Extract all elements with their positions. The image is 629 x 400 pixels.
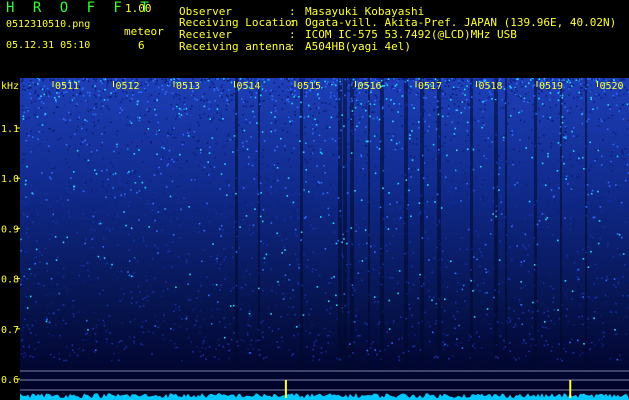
info-colon: : bbox=[289, 40, 296, 53]
header-panel: H R O F F T 1.00 0512310510.png meteor 6… bbox=[0, 0, 629, 78]
y-tick-label: 0.8 bbox=[1, 275, 19, 286]
noise-streak bbox=[350, 78, 354, 380]
noise-streak bbox=[368, 78, 370, 380]
noise-streak bbox=[437, 78, 441, 380]
x-tick-label: 0511 bbox=[55, 81, 79, 92]
y-tick-label: 1.0 bbox=[1, 174, 19, 185]
x-tick-label: 0519 bbox=[539, 81, 563, 92]
app-version: 1.00 bbox=[125, 2, 152, 15]
x-tick-label: 0514 bbox=[237, 81, 261, 92]
meteor-echo bbox=[284, 380, 287, 398]
antenna-label: Receiving antenna bbox=[179, 40, 292, 53]
info-colon: : bbox=[289, 16, 296, 29]
y-tick-label: 1.1 bbox=[1, 124, 19, 135]
receiver-label: Receiver bbox=[179, 28, 232, 41]
meteor-count-label: meteor bbox=[124, 25, 164, 38]
noise-streak bbox=[420, 78, 424, 380]
location-value: Ogata-vill. Akita-Pref. JAPAN (139.96E, … bbox=[305, 16, 617, 29]
x-tick-label: 0516 bbox=[358, 81, 382, 92]
noise-streak bbox=[404, 78, 408, 380]
location-label: Receiving Location bbox=[179, 16, 299, 29]
spectrogram-canvas: kHz 1.1 1.0 0.9 0.8 0.7 0.6 0511 0512 0513 0514 051… bbox=[0, 78, 629, 400]
observation-datetime: 05.12.31 05:10 bbox=[6, 40, 91, 51]
info-colon: : bbox=[289, 28, 296, 41]
noise-streak bbox=[585, 78, 587, 380]
meteor-count-value: 6 bbox=[138, 39, 145, 52]
x-tick-label: 0518 bbox=[479, 81, 503, 92]
x-tick-label: 0513 bbox=[176, 81, 200, 92]
noise-streak bbox=[343, 78, 347, 380]
x-tick-label: 0512 bbox=[116, 81, 140, 92]
receiver-value: ICOM IC-575 53.7492(@LCD)MHz USB bbox=[305, 28, 517, 41]
y-tick-label: 0.7 bbox=[1, 325, 19, 336]
y-tick-label: 0.6 bbox=[1, 375, 19, 386]
x-tick-label: 0517 bbox=[418, 81, 442, 92]
noise-streak bbox=[534, 78, 537, 380]
x-tick-label: 0520 bbox=[600, 81, 624, 92]
spectrogram-background bbox=[20, 78, 629, 400]
noise-streak bbox=[258, 78, 260, 380]
x-tick-label: 0515 bbox=[297, 81, 321, 92]
antenna-value: A504HB(yagi 4el) bbox=[305, 40, 411, 53]
spectrogram: kHz 1.1 1.0 0.9 0.8 0.7 0.6 0511 0512 0513 0514 051… bbox=[0, 78, 629, 400]
image-filename: 0512310510.png bbox=[6, 19, 91, 30]
noise-streak bbox=[470, 78, 473, 380]
noise-streak bbox=[560, 78, 562, 380]
meteor-echo bbox=[569, 380, 572, 398]
y-tick-label: 0.9 bbox=[1, 224, 19, 235]
y-axis-unit: kHz bbox=[1, 81, 19, 92]
noise-streak bbox=[300, 78, 303, 380]
noise-streak bbox=[380, 78, 384, 380]
noise-streak bbox=[505, 78, 507, 380]
